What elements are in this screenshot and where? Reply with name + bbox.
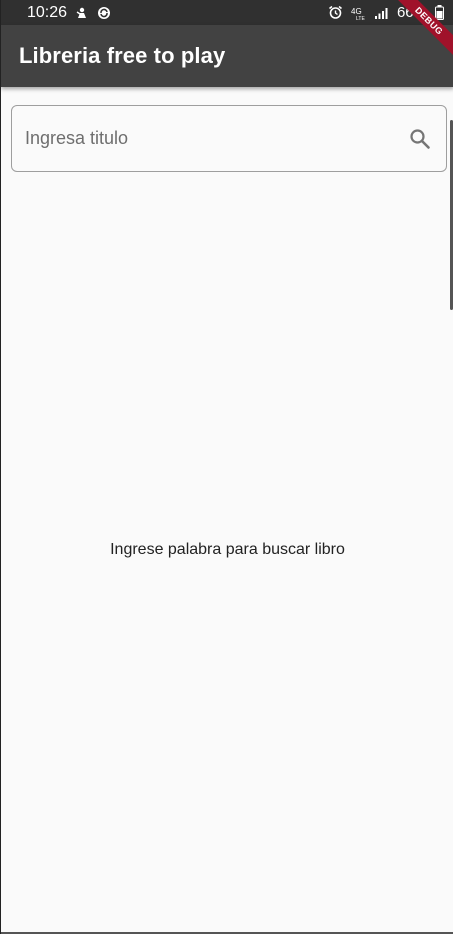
app-screen: 10:26 4G LTE 66% DEBUG Libreria free to …	[0, 0, 453, 934]
search-field[interactable]	[11, 105, 447, 172]
notification-icon	[75, 6, 89, 20]
app-bar: Libreria free to play	[1, 25, 453, 87]
status-bar: 10:26 4G LTE 66%	[1, 0, 453, 25]
svg-text:LTE: LTE	[356, 16, 365, 20]
search-input[interactable]	[25, 128, 408, 149]
svg-text:4G: 4G	[351, 7, 362, 16]
signal-icon	[374, 7, 389, 19]
app-title: Libreria free to play	[19, 43, 226, 68]
empty-state-message: Ingrese palabra para buscar libro	[110, 541, 345, 558]
network-4g-icon: 4G LTE	[351, 6, 367, 20]
status-time: 10:26	[27, 3, 68, 21]
alarm-icon	[328, 5, 343, 20]
battery-icon	[435, 5, 444, 20]
search-icon[interactable]	[408, 127, 432, 151]
status-right: 4G LTE 66%	[328, 4, 444, 21]
sync-icon	[97, 6, 111, 20]
battery-percentage: 66%	[396, 4, 427, 21]
status-left: 10:26	[27, 4, 111, 22]
